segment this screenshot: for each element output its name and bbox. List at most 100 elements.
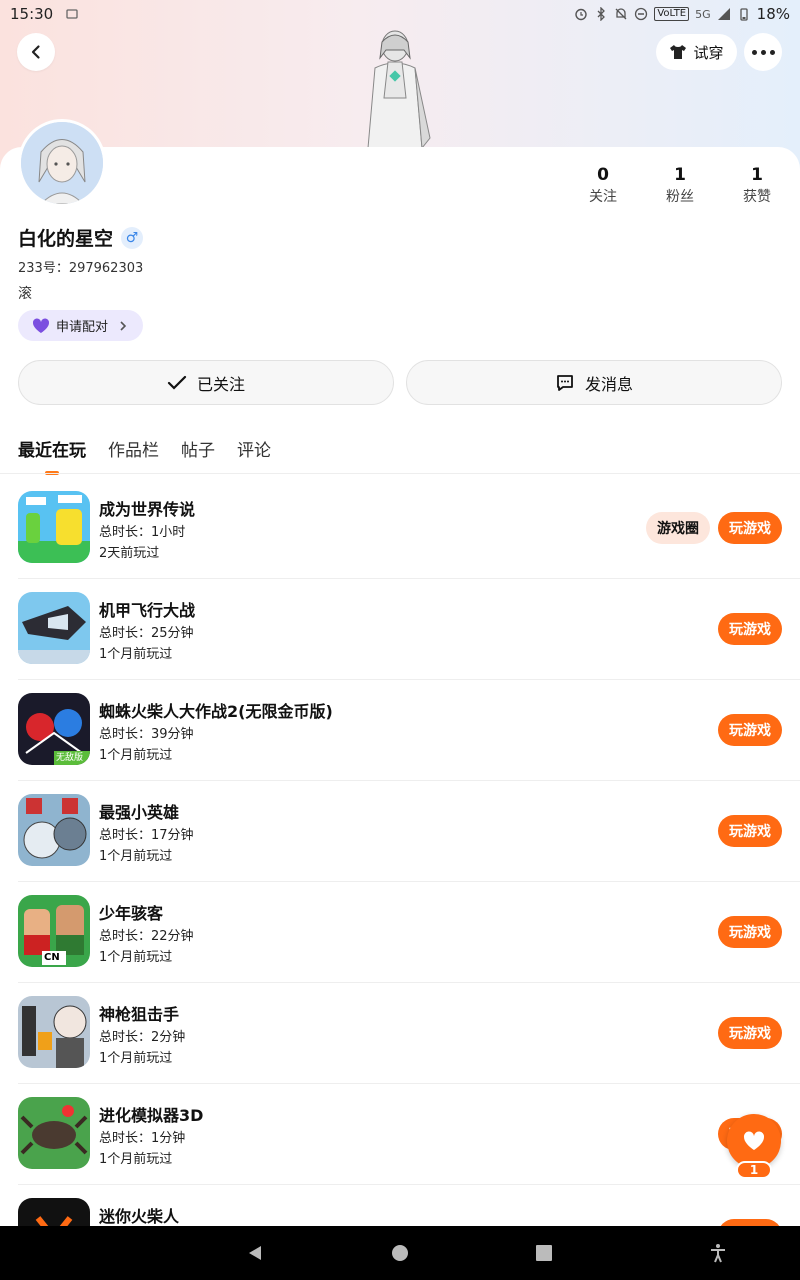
stat-likes-value: 1: [751, 165, 763, 185]
game-title: 蜘蛛火柴人大作战2(无限金币版): [99, 702, 333, 721]
game-title: 最强小英雄: [99, 803, 180, 822]
game-icon-badge: 无敌版: [56, 753, 84, 763]
stat-followers[interactable]: 1 粉丝: [650, 163, 710, 207]
game-duration: 总时长：1小时: [99, 525, 186, 540]
list-item[interactable]: 成为世界传说 总时长：1小时 2天前玩过 游戏圈 玩游戏: [0, 478, 800, 579]
avatar-image: [21, 122, 103, 204]
chat-bubble-icon: [557, 374, 573, 391]
apply-match-chip[interactable]: 申请配对: [18, 310, 143, 341]
avatar[interactable]: [18, 119, 106, 207]
nav-back-button[interactable]: [228, 1226, 282, 1280]
like-count-badge: 1: [736, 1161, 772, 1179]
stat-likes-label: 获赞: [743, 189, 771, 205]
gallery-icon: [66, 9, 78, 19]
more-dot-icon: [769, 49, 775, 55]
game-last-played: 1个月前玩过: [99, 748, 173, 763]
tshirt-icon: [670, 45, 687, 59]
stat-following-value: 0: [597, 165, 609, 185]
nav-accessibility-button[interactable]: [691, 1226, 745, 1280]
nav-recents-button[interactable]: [517, 1226, 571, 1280]
system-nav-bar: [0, 1226, 800, 1280]
avatar-character-figure: [367, 30, 431, 148]
game-duration: 总时长：39分钟: [99, 727, 194, 742]
check-icon: [167, 375, 187, 390]
alarm-icon: [575, 8, 588, 21]
game-icon: [18, 1097, 90, 1169]
battery-percent: 18%: [756, 5, 790, 23]
list-item[interactable]: 最强小英雄 总时长：17分钟 1个月前玩过 玩游戏: [0, 781, 800, 882]
game-last-played: 1个月前玩过: [99, 849, 173, 864]
play-game-button[interactable]: 玩游戏: [718, 815, 782, 847]
followed-button[interactable]: 已关注: [18, 360, 394, 405]
game-last-played: 2天前玩过: [99, 546, 160, 561]
apply-match-label: 申请配对: [56, 320, 109, 335]
play-game-button[interactable]: 玩游戏: [718, 916, 782, 948]
game-title: 少年骇客: [99, 904, 164, 923]
signal-icon: [717, 8, 730, 20]
send-message-label: 发消息: [584, 374, 633, 394]
profile-tabs: 最近在玩 作品栏 帖子 评论: [18, 436, 271, 475]
user-bio: 滚: [18, 286, 32, 302]
square-recents-icon: [536, 1245, 552, 1261]
heart-icon: [743, 1131, 765, 1150]
stat-followers-label: 粉丝: [666, 189, 694, 205]
play-game-button[interactable]: 玩游戏: [718, 1017, 782, 1049]
list-item[interactable]: 机甲飞行大战 总时长：25分钟 1个月前玩过 玩游戏: [0, 579, 800, 680]
accessibility-icon: [711, 1244, 725, 1263]
network-type: 5G: [695, 7, 711, 21]
like-fab-button[interactable]: [727, 1114, 781, 1168]
username-text: 白化的星空: [18, 228, 114, 250]
play-game-button[interactable]: 玩游戏: [718, 613, 782, 645]
list-item[interactable]: 进化模拟器3D 总时长：1分钟 1个月前玩过 玩游戏: [0, 1084, 800, 1185]
more-button[interactable]: [744, 33, 782, 71]
game-icon: [18, 491, 90, 563]
try-on-button[interactable]: 试穿: [656, 34, 737, 70]
game-last-played: 1个月前玩过: [99, 950, 173, 965]
tab-posts[interactable]: 帖子: [181, 436, 215, 475]
try-on-label: 试穿: [693, 43, 724, 62]
game-title: 神枪狙击手: [99, 1005, 180, 1024]
more-dot-icon: [760, 49, 766, 55]
tab-recently-played[interactable]: 最近在玩: [18, 436, 86, 475]
game-circle-button[interactable]: 游戏圈: [646, 512, 710, 544]
circle-home-icon: [392, 1245, 408, 1261]
dnd-icon: [635, 7, 648, 21]
game-title: 成为世界传说: [99, 500, 196, 519]
chevron-left-icon: [31, 45, 40, 59]
game-title: 机甲飞行大战: [99, 601, 196, 620]
game-last-played: 1个月前玩过: [99, 1051, 173, 1066]
status-time: 15:30: [10, 5, 54, 23]
nav-home-button[interactable]: [373, 1226, 427, 1280]
triangle-back-icon: [249, 1246, 261, 1260]
stat-following[interactable]: 0 关注: [573, 163, 633, 207]
list-item[interactable]: CN 少年骇客 总时长：22分钟 1个月前玩过 玩游戏: [0, 882, 800, 983]
recent-games-list: 成为世界传说 总时长：1小时 2天前玩过 游戏圈 玩游戏 机甲飞行大战 总时长：…: [0, 478, 800, 1280]
game-title: 迷你火柴人: [99, 1207, 180, 1226]
user-id: 233号：297962303: [18, 261, 144, 276]
tab-comments[interactable]: 评论: [237, 436, 271, 475]
game-duration: 总时长：1分钟: [99, 1131, 186, 1146]
status-bar: 15:30 VoLTE 5G 18%: [0, 0, 800, 28]
stat-likes[interactable]: 1 获赞: [727, 163, 787, 207]
tab-works[interactable]: 作品栏: [108, 436, 159, 475]
volte-badge: VoLTE: [654, 7, 690, 21]
game-icon: 无敌版: [18, 693, 90, 765]
game-duration: 总时长：22分钟: [99, 929, 194, 944]
mute-icon: [615, 8, 627, 20]
back-button[interactable]: [17, 33, 55, 71]
game-icon: [18, 794, 90, 866]
send-message-button[interactable]: 发消息: [406, 360, 782, 405]
chevron-right-icon: [120, 320, 127, 331]
game-last-played: 1个月前玩过: [99, 647, 173, 662]
list-item[interactable]: 神枪狙击手 总时长：2分钟 1个月前玩过 玩游戏: [0, 983, 800, 1084]
game-icon: CN: [18, 895, 90, 967]
game-last-played: 1个月前玩过: [99, 1152, 173, 1167]
followed-label: 已关注: [196, 374, 245, 394]
heart-icon: [32, 317, 50, 333]
game-icon: [18, 592, 90, 664]
play-game-button[interactable]: 玩游戏: [718, 512, 782, 544]
game-title: 进化模拟器3D: [99, 1106, 204, 1125]
male-icon: ♂: [121, 226, 144, 249]
list-item[interactable]: 无敌版 蜘蛛火柴人大作战2(无限金币版) 总时长：39分钟 1个月前玩过 玩游戏: [0, 680, 800, 781]
play-game-button[interactable]: 玩游戏: [718, 714, 782, 746]
